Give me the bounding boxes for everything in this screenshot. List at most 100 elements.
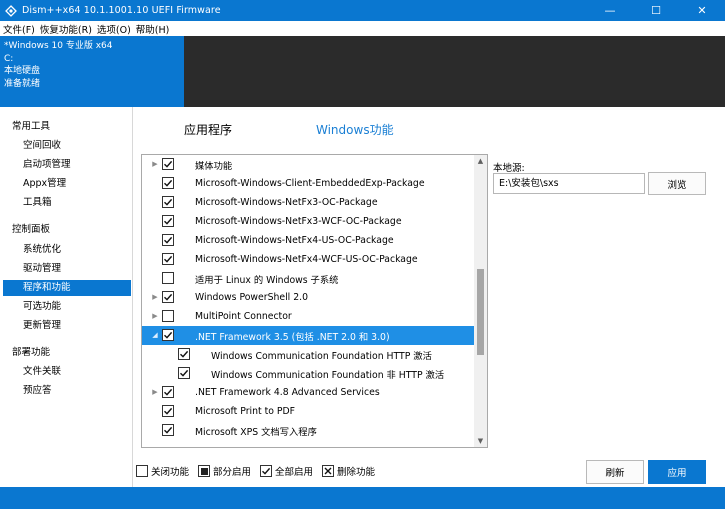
feature-label: Microsoft-Windows-NetFx4-US-OC-Package [195, 235, 394, 246]
feature-row[interactable]: 适用于 Linux 的 Windows 子系统 [142, 269, 475, 288]
feature-checkbox-unchecked[interactable] [162, 310, 174, 322]
feature-row[interactable]: Microsoft-Windows-NetFx4-WCF-US-OC-Packa… [142, 250, 475, 269]
sidebar-group-common-tools: 常用工具 [12, 121, 51, 132]
feature-row[interactable]: Microsoft-Windows-NetFx3-WCF-OC-Package [142, 212, 475, 231]
feature-checkbox-checked[interactable] [162, 177, 174, 189]
drive-letter: C: [4, 53, 14, 64]
feature-checkbox-checked[interactable] [162, 329, 174, 341]
legend-removed-label: 删除功能 [337, 467, 376, 478]
feature-checkbox-checked[interactable] [178, 348, 190, 360]
sidebar: 常用工具 空间回收 启动项管理 Appx管理 工具箱 控制面板 系统优化 驱动管… [0, 107, 133, 487]
checked-box-icon [260, 465, 272, 477]
feature-row[interactable]: Windows Communication Foundation 非 HTTP … [142, 364, 475, 383]
local-source-label: 本地源: [493, 163, 525, 174]
unchecked-box-icon [136, 465, 148, 477]
scroll-up-icon[interactable]: ▲ [474, 155, 487, 167]
sidebar-item-space-cleanup[interactable]: 空间回收 [3, 138, 131, 154]
refresh-button[interactable]: 刷新 [586, 460, 644, 484]
feature-label: .NET Framework 3.5 (包括 .NET 2.0 和 3.0) [195, 331, 390, 343]
feature-tree[interactable]: ▶ 媒体功能 Microsoft-Windows-Client-EmbeddedEx… [141, 154, 488, 448]
legend-all-label: 全部启用 [275, 467, 314, 478]
feature-row[interactable]: Microsoft-Windows-NetFx4-US-OC-Package [142, 231, 475, 250]
feature-label: Windows PowerShell 2.0 [195, 292, 308, 303]
feature-row[interactable]: ▶ MultiPoint Connector [142, 307, 475, 326]
sidebar-item-file-assoc[interactable]: 文件关联 [3, 364, 131, 380]
feature-row[interactable]: ▶ .NET Framework 4.8 Advanced Services [142, 383, 475, 402]
minimize-button[interactable]: — [587, 0, 633, 21]
feature-checkbox-checked[interactable] [162, 215, 174, 227]
window-title: Dism++x64 10.1.1001.10 UEFI Firmware [22, 5, 221, 16]
menu-help[interactable]: 帮助(H) [136, 22, 170, 36]
feature-row[interactable]: Microsoft XPS 文档写入程序 [142, 421, 475, 440]
feature-checkbox-checked[interactable] [162, 291, 174, 303]
menu-restore[interactable]: 恢复功能(R) [40, 22, 92, 36]
feature-label: Microsoft-Windows-NetFx4-WCF-US-OC-Packa… [195, 254, 418, 265]
browse-button[interactable]: 浏览 [648, 172, 706, 195]
feature-row[interactable]: ▶ Windows PowerShell 2.0 [142, 288, 475, 307]
legend-all: 全部启用 [260, 464, 313, 478]
feature-checkbox-checked[interactable] [178, 367, 190, 379]
apply-button[interactable]: 应用 [648, 460, 706, 484]
feature-row[interactable]: Microsoft-Windows-Client-EmbeddedExp-Pac… [142, 174, 475, 193]
feature-checkbox-checked[interactable] [162, 158, 174, 170]
sidebar-item-appx[interactable]: Appx管理 [3, 176, 131, 192]
expand-arrow-icon[interactable]: ▶ [151, 312, 159, 320]
scroll-down-icon[interactable]: ▼ [474, 435, 487, 447]
local-source-input[interactable]: E:\安装包\sxs [493, 173, 645, 194]
sidebar-item-optimize[interactable]: 系统优化 [3, 242, 131, 258]
feature-label: Windows Communication Foundation HTTP 激活 [211, 350, 432, 362]
sidebar-item-optional-features[interactable]: 可选功能 [3, 299, 131, 315]
sidebar-item-unattend[interactable]: 预应答 [3, 383, 131, 399]
feature-checkbox-unchecked[interactable] [162, 272, 174, 284]
feature-label: Microsoft XPS 文档写入程序 [195, 426, 317, 438]
partial-box-icon [198, 465, 210, 477]
collapse-arrow-icon[interactable]: ◢ [151, 331, 159, 339]
session-info[interactable]: *Windows 10 专业版 x64 C: 本地硬盘 准备就绪 [0, 36, 184, 107]
feature-label: Microsoft-Windows-NetFx3-OC-Package [195, 197, 378, 208]
sidebar-item-programs[interactable]: 程序和功能 [3, 280, 131, 296]
sidebar-item-drivers[interactable]: 驱动管理 [3, 261, 131, 277]
feature-checkbox-checked[interactable] [162, 405, 174, 417]
status-text: 准备就绪 [4, 78, 41, 89]
legend-partial-label: 部分启用 [213, 467, 252, 478]
feature-checkbox-checked[interactable] [162, 424, 174, 436]
status-bar [0, 487, 725, 509]
feature-row[interactable]: Microsoft Print to PDF [142, 402, 475, 421]
feature-label: 媒体功能 [195, 160, 233, 172]
feature-checkbox-checked[interactable] [162, 386, 174, 398]
legend-off: 关闭功能 [136, 464, 189, 478]
expand-arrow-icon[interactable]: ▶ [151, 293, 159, 301]
feature-checkbox-checked[interactable] [162, 234, 174, 246]
tab-applications[interactable]: 应用程序 [184, 121, 232, 138]
feature-label: Microsoft-Windows-Client-EmbeddedExp-Pac… [195, 178, 425, 189]
tree-scrollbar[interactable]: ▲ ▼ [474, 155, 487, 447]
scroll-thumb[interactable] [477, 269, 484, 355]
menu-file[interactable]: 文件(F) [3, 22, 35, 36]
sidebar-group-control-panel: 控制面板 [12, 224, 51, 235]
feature-label: .NET Framework 4.8 Advanced Services [195, 387, 380, 398]
close-button[interactable]: ✕ [679, 0, 725, 21]
feature-label: Microsoft Print to PDF [195, 406, 296, 417]
maximize-button[interactable]: ☐ [633, 0, 679, 21]
expand-arrow-icon[interactable]: ▶ [151, 388, 159, 396]
expand-arrow-icon[interactable]: ▶ [151, 160, 159, 168]
dism-app-icon [5, 4, 17, 17]
feature-label: Microsoft-Windows-NetFx3-WCF-OC-Package [195, 216, 402, 227]
sidebar-group-deployment: 部署功能 [12, 347, 51, 358]
os-name: *Windows 10 专业版 x64 [4, 41, 113, 51]
sidebar-item-updates[interactable]: 更新管理 [3, 318, 131, 334]
tab-windows-features[interactable]: Windows功能 [316, 121, 394, 138]
feature-row[interactable]: ▶ 媒体功能 [142, 155, 475, 174]
feature-row[interactable]: Windows Communication Foundation HTTP 激活 [142, 345, 475, 364]
sidebar-item-startup[interactable]: 启动项管理 [3, 157, 131, 173]
feature-row[interactable]: Microsoft-Windows-NetFx3-OC-Package [142, 193, 475, 212]
feature-label: Windows Communication Foundation 非 HTTP … [211, 369, 445, 381]
menu-options[interactable]: 选项(O) [97, 22, 131, 36]
feature-label: 适用于 Linux 的 Windows 子系统 [195, 274, 339, 286]
sidebar-item-toolbox[interactable]: 工具箱 [3, 195, 131, 211]
feature-checkbox-checked[interactable] [162, 196, 174, 208]
feature-label: MultiPoint Connector [195, 311, 292, 322]
legend-removed: 删除功能 [322, 464, 375, 478]
feature-row[interactable]: ◢ .NET Framework 3.5 (包括 .NET 2.0 和 3.0) [142, 326, 475, 345]
feature-checkbox-checked[interactable] [162, 253, 174, 265]
